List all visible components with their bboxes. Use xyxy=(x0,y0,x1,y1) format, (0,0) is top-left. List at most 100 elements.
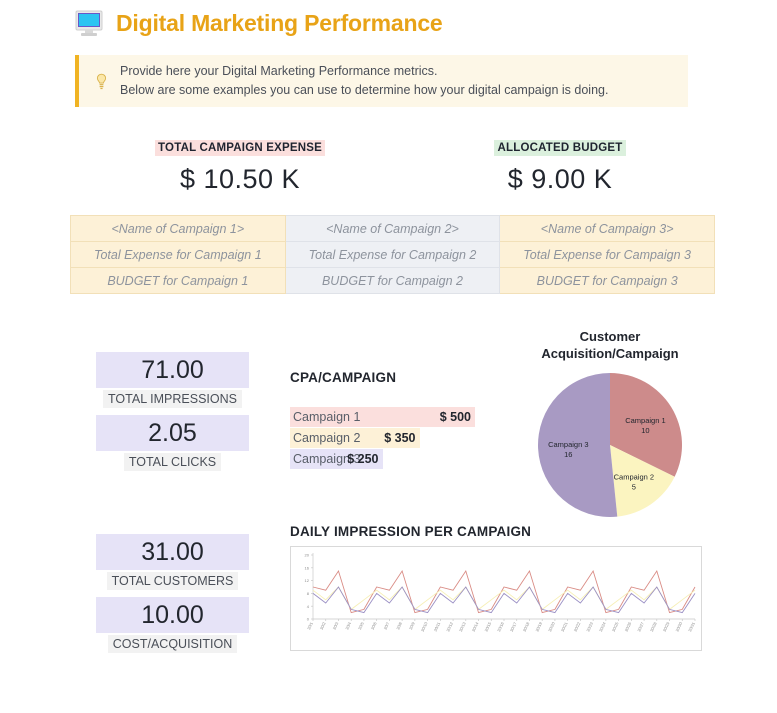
x-tick-label: 30/26 xyxy=(623,621,632,633)
campaign-placeholder-table: <Name of Campaign 1> <Name of Campaign 2… xyxy=(70,215,715,294)
x-tick-label: 30/2 xyxy=(319,621,327,631)
cpa-bar-list: Campaign 1 $ 500 Campaign 2 $ 350 Campaign 3… xyxy=(290,407,490,469)
cpa-row: Campaign 1 $ 500 xyxy=(290,407,490,427)
kpi-total-customers-value: 31.00 xyxy=(96,534,249,570)
cpa-amount: $ 500 xyxy=(439,410,471,424)
y-tick-label: 8 xyxy=(307,591,310,596)
y-tick-label: 16 xyxy=(305,565,310,570)
campaign-1-name-cell[interactable]: <Name of Campaign 1> xyxy=(70,215,286,242)
info-banner: Provide here your Digital Marketing Perf… xyxy=(75,55,688,107)
allocated-budget-label: ALLOCATED BUDGET xyxy=(494,140,626,156)
x-tick-label: 30/11 xyxy=(433,621,442,633)
x-tick-label: 30/17 xyxy=(509,621,518,633)
x-tick-label: 30/20 xyxy=(547,621,556,633)
table-row: Total Expense for Campaign 1 Total Expen… xyxy=(70,241,715,268)
total-campaign-expense-value: $ 10.50 K xyxy=(179,164,301,194)
daily-impression-chart: DAILY IMPRESSION PER CAMPAIGN 0 4 8 12 16 20 3… xyxy=(290,524,702,651)
x-tick-label: 30/22 xyxy=(573,621,582,633)
pie-slice-label: Campaign 1 xyxy=(625,416,665,425)
cpa-row: Campaign 2 $ 350 xyxy=(290,428,490,448)
headline-metrics: TOTAL CAMPAIGN EXPENSE $ 10.50 K ALLOCAT… xyxy=(0,138,777,196)
table-row: <Name of Campaign 1> <Name of Campaign 2… xyxy=(70,215,715,242)
x-tick-label: 30/23 xyxy=(585,621,594,633)
campaign-2-budget-cell[interactable]: BUDGET for Campaign 2 xyxy=(284,267,501,294)
x-tick-label: 30/19 xyxy=(534,621,543,633)
campaign-3-name-cell[interactable]: <Name of Campaign 3> xyxy=(499,215,715,242)
x-tick-label: 30/12 xyxy=(445,621,454,633)
x-tick-label: 30/3 xyxy=(332,621,340,631)
y-tick-label: 12 xyxy=(305,578,310,583)
x-tick-label: 30/7 xyxy=(382,621,390,631)
kpi-cost-per-acquisition: 10.00 COST/ACQUISITION xyxy=(96,597,249,653)
x-tick-label: 30/10 xyxy=(420,621,429,633)
table-row: BUDGET for Campaign 1 BUDGET for Campaig… xyxy=(70,267,715,294)
campaign-2-expense-cell[interactable]: Total Expense for Campaign 2 xyxy=(284,241,501,268)
pie-slice-label: Campaign 2 xyxy=(614,472,654,481)
kpi-total-impressions-label: TOTAL IMPRESSIONS xyxy=(103,390,242,408)
pie-slice-label: Campaign 3 xyxy=(548,440,588,449)
pie-chart-title-line-2: Acquisition/Campaign xyxy=(541,346,679,361)
daily-impression-chart-title: DAILY IMPRESSION PER CAMPAIGN xyxy=(290,524,532,539)
cpa-chart-title: CPA/CAMPAIGN xyxy=(290,370,397,385)
x-tick-label: 30/1 xyxy=(306,621,314,631)
allocated-budget-value: $ 9.00 K xyxy=(507,164,613,194)
x-tick-label: 30/14 xyxy=(471,621,480,633)
page-title: Digital Marketing Performance xyxy=(116,9,443,36)
cpa-amount: $ 350 xyxy=(384,431,416,445)
campaign-2-name-cell[interactable]: <Name of Campaign 2> xyxy=(284,215,501,242)
pie-chart-svg: Campaign 110 Campaign 25 Campaign 316 xyxy=(537,373,682,517)
info-banner-line-2: Below are some examples you can use to d… xyxy=(120,83,609,97)
lightbulb-icon xyxy=(96,73,107,89)
daily-impression-plot-area: 0 4 8 12 16 20 30/1 30/2 30/3 30/4 30/5 30/6 30/7 30/… xyxy=(290,546,702,651)
campaign-3-budget-cell[interactable]: BUDGET for Campaign 3 xyxy=(499,267,715,294)
x-tick-label: 30/31 xyxy=(687,621,696,633)
kpi-total-clicks: 2.05 TOTAL CLICKS xyxy=(96,415,249,471)
kpi-total-customers: 31.00 TOTAL CUSTOMERS xyxy=(96,534,249,590)
x-tick-label: 30/24 xyxy=(598,621,607,633)
campaign-3-expense-cell[interactable]: Total Expense for Campaign 3 xyxy=(499,241,715,268)
pie-slice-value: 10 xyxy=(641,426,649,435)
kpi-total-impressions-value: 71.00 xyxy=(96,352,249,388)
y-tick-label: 4 xyxy=(307,604,310,609)
x-tick-label: 30/13 xyxy=(458,621,467,633)
allocated-budget-block: ALLOCATED BUDGET $ 9.00 K xyxy=(410,138,710,195)
x-tick-label: 30/6 xyxy=(370,621,378,631)
x-tick-label: 30/5 xyxy=(357,621,365,631)
x-tick-label: 30/30 xyxy=(674,621,683,633)
pie-chart-title: Customer Acquisition/Campaign xyxy=(520,328,700,362)
kpi-cost-per-acquisition-label: COST/ACQUISITION xyxy=(107,635,238,653)
x-tick-label: 30/21 xyxy=(560,621,569,633)
pie-chart-title-line-1: Customer xyxy=(579,329,641,344)
kpi-total-clicks-value: 2.05 xyxy=(96,415,249,451)
x-tick-label: 30/18 xyxy=(522,621,531,633)
pie-slice-value: 5 xyxy=(632,482,636,491)
page-header: Digital Marketing Performance xyxy=(74,8,443,38)
cpa-amount: $ 250 xyxy=(347,452,379,466)
total-campaign-expense-label: TOTAL CAMPAIGN EXPENSE xyxy=(155,140,325,156)
x-tick-label: 30/16 xyxy=(496,621,505,633)
kpi-total-clicks-label: TOTAL CLICKS xyxy=(123,453,222,471)
x-tick-label: 30/4 xyxy=(344,621,352,631)
kpi-cost-per-acquisition-value: 10.00 xyxy=(96,597,249,633)
daily-impression-svg: 0 4 8 12 16 20 30/1 30/2 30/3 30/4 30/5 30/6 30/7 30/… xyxy=(305,553,697,633)
cpa-per-campaign-chart: CPA/CAMPAIGN Campaign 1 $ 500 Campaign 2 $ … xyxy=(290,370,490,470)
line-series xyxy=(312,586,696,614)
cpa-row: Campaign 3 $ 250 xyxy=(290,449,490,469)
pie-slice-value: 16 xyxy=(564,450,572,459)
campaign-1-expense-cell[interactable]: Total Expense for Campaign 1 xyxy=(70,241,286,268)
campaign-1-budget-cell[interactable]: BUDGET for Campaign 1 xyxy=(70,267,286,294)
x-tick-label: 30/28 xyxy=(649,621,658,633)
monitor-icon xyxy=(75,10,103,36)
y-tick-label: 20 xyxy=(305,553,310,558)
total-campaign-expense-block: TOTAL CAMPAIGN EXPENSE $ 10.50 K xyxy=(70,138,410,195)
info-banner-line-1: Provide here your Digital Marketing Perf… xyxy=(120,64,438,78)
x-tick-label: 30/29 xyxy=(662,621,671,633)
y-tick-label: 0 xyxy=(307,617,310,622)
line-series xyxy=(312,569,696,614)
x-tick-label: 30/27 xyxy=(636,621,645,633)
customer-acquisition-pie-chart: Customer Acquisition/Campaign Campaign 1… xyxy=(520,328,700,526)
x-tick-label: 30/9 xyxy=(408,621,416,631)
kpi-total-customers-label: TOTAL CUSTOMERS xyxy=(106,572,239,590)
info-banner-text: Provide here your Digital Marketing Perf… xyxy=(120,62,608,100)
kpi-total-impressions: 71.00 TOTAL IMPRESSIONS xyxy=(96,352,249,408)
